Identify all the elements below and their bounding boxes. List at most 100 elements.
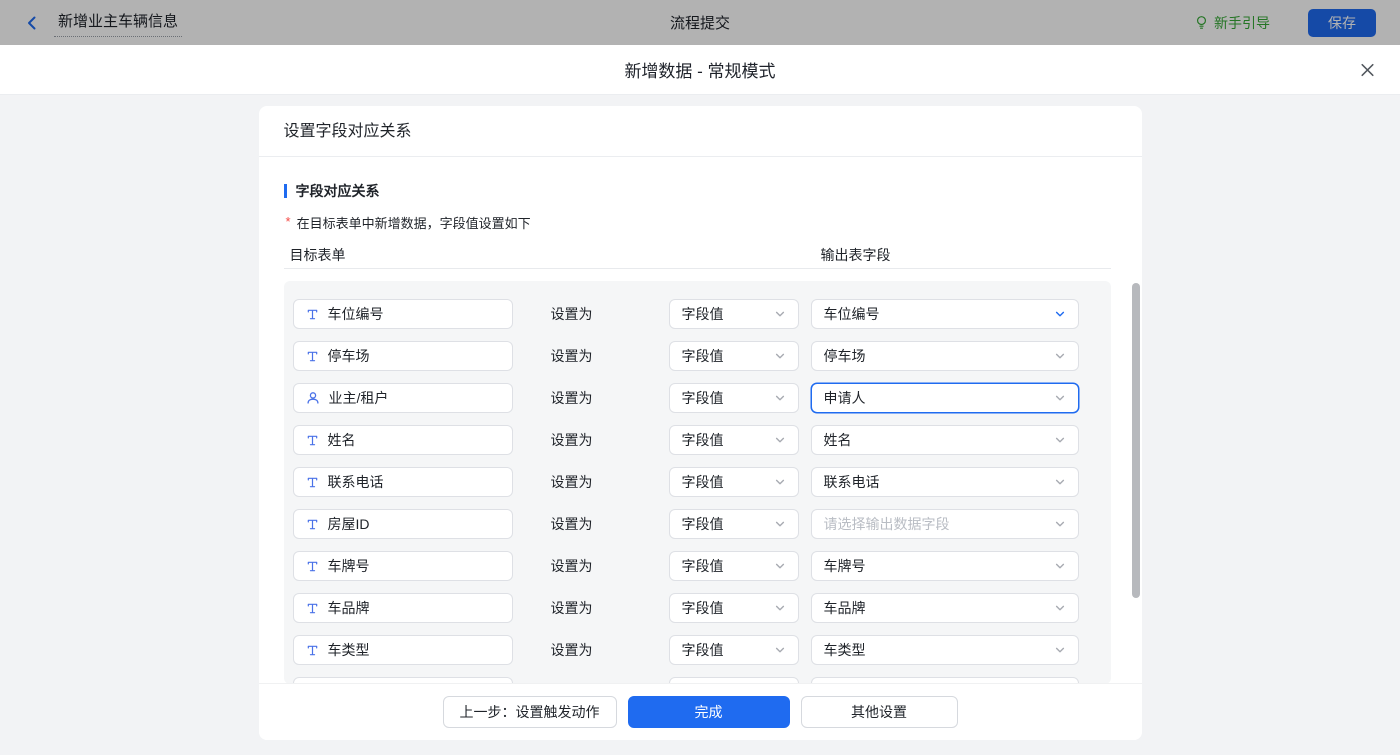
output-field-select-value: 申请人: [824, 388, 866, 408]
chevron-down-icon: [774, 392, 786, 404]
modal-header: 新增数据 - 常规模式: [0, 45, 1400, 95]
modal-body: 设置字段对应关系 字段对应关系 * 在目标表单中新增数据，字段值设置如下 目标表…: [0, 95, 1400, 755]
chevron-down-icon: [1054, 308, 1066, 320]
save-button[interactable]: 保存: [1308, 9, 1376, 37]
output-field-select[interactable]: 车类型: [811, 635, 1079, 665]
value-type-select-value: 字段值: [682, 388, 724, 408]
set-as-label: 设置为: [551, 335, 593, 377]
modal-title: 新增数据 - 常规模式: [624, 57, 775, 82]
target-field-box[interactable]: 车位编号: [293, 299, 513, 329]
close-icon[interactable]: [1359, 61, 1376, 78]
output-field-select-value: 姓名: [824, 430, 852, 450]
target-field-box[interactable]: 车品牌: [293, 593, 513, 623]
field-mapping-card: 设置字段对应关系 字段对应关系 * 在目标表单中新增数据，字段值设置如下 目标表…: [259, 106, 1142, 740]
output-field-select[interactable]: 姓名: [811, 425, 1079, 455]
value-type-select[interactable]: 字段值: [669, 635, 799, 665]
mapping-row: 车位编号设置为字段值车位编号: [284, 293, 1111, 335]
back-button[interactable]: [24, 15, 40, 31]
target-field-box[interactable]: 房屋ID: [293, 509, 513, 539]
value-type-select[interactable]: 字段值: [669, 383, 799, 413]
target-field-box[interactable]: 姓名: [293, 425, 513, 455]
person-icon: [306, 391, 320, 405]
topbar-center-title: 流程提交: [670, 12, 730, 33]
text-field-icon: [306, 476, 319, 489]
set-as-label: 设置为: [551, 503, 593, 545]
flow-title[interactable]: 新增业主车辆信息: [54, 8, 182, 37]
output-field-select[interactable]: 停车场: [811, 341, 1079, 371]
set-as-label: 设置为: [551, 377, 593, 419]
column-header-target-form: 目标表单: [290, 245, 346, 265]
value-type-select[interactable]: 字段值: [669, 509, 799, 539]
target-field-label: 车位编号: [328, 304, 384, 324]
value-type-select-value: 字段值: [682, 346, 724, 366]
finish-button[interactable]: 完成: [628, 696, 790, 728]
output-field-select-value: 联系电话: [824, 472, 880, 492]
value-type-select[interactable]: 字段值: [669, 341, 799, 371]
value-type-select-value: 字段值: [682, 304, 724, 324]
text-field-icon: [306, 434, 319, 447]
topbar: 新增业主车辆信息 流程提交 新手引导 保存: [0, 0, 1400, 45]
column-header-divider: [284, 268, 1111, 269]
target-field-label: 停车场: [328, 346, 370, 366]
value-type-select-value: 字段值: [682, 598, 724, 618]
value-type-select[interactable]: 字段值: [669, 467, 799, 497]
set-as-label: 设置为: [551, 545, 593, 587]
output-field-select[interactable]: 车位编号: [811, 299, 1079, 329]
chevron-down-icon: [1054, 476, 1066, 488]
chevron-down-icon: [774, 434, 786, 446]
output-field-select[interactable]: 车品牌: [811, 593, 1079, 623]
chevron-down-icon: [1054, 392, 1066, 404]
lightbulb-icon: [1194, 15, 1209, 30]
chevron-down-icon: [774, 518, 786, 530]
chevron-left-icon: [24, 15, 40, 31]
output-field-select-value: 车类型: [824, 640, 866, 660]
output-field-select-value: 车品牌: [824, 598, 866, 618]
card-footer: 上一步：设置触发动作完成其他设置: [259, 683, 1142, 740]
mapping-description: 在目标表单中新增数据，字段值设置如下: [297, 213, 531, 232]
value-type-select[interactable]: 字段值: [669, 593, 799, 623]
output-field-select[interactable]: 联系电话: [811, 467, 1079, 497]
mapping-row: 联系电话设置为字段值联系电话: [284, 461, 1111, 503]
output-field-select[interactable]: 请选择输出数据字段: [811, 509, 1079, 539]
target-field-box[interactable]: 车类型: [293, 635, 513, 665]
scrollbar-thumb[interactable]: [1132, 283, 1140, 598]
chevron-down-icon: [774, 350, 786, 362]
target-field-label: 姓名: [328, 430, 356, 450]
other-settings-button[interactable]: 其他设置: [801, 696, 958, 728]
output-field-select-value: 车牌号: [824, 556, 866, 576]
target-field-box[interactable]: 联系电话: [293, 467, 513, 497]
output-field-select[interactable]: 申请人: [811, 383, 1079, 413]
mapping-row: 房屋ID 设置为 字段值请选择输出数据字段: [284, 503, 1111, 545]
target-field-box[interactable]: 停车场: [293, 341, 513, 371]
target-field-box[interactable]: 车牌号: [293, 551, 513, 581]
required-asterisk: *: [286, 214, 291, 229]
output-field-select[interactable]: 车牌号: [811, 551, 1079, 581]
mapping-row: 车牌号 设置为 字段值 车牌号: [284, 545, 1111, 587]
value-type-select[interactable]: 字段值: [669, 425, 799, 455]
beginner-guide-link[interactable]: 新手引导: [1194, 13, 1270, 33]
set-as-label: 设置为: [551, 587, 593, 629]
text-field-icon: [306, 602, 319, 615]
chevron-down-icon: [1054, 560, 1066, 572]
chevron-down-icon: [774, 644, 786, 656]
target-field-label: 业主/租户: [329, 388, 389, 408]
card-title: 设置字段对应关系: [259, 106, 1142, 157]
output-field-select-value: 车位编号: [824, 304, 880, 324]
chevron-down-icon: [774, 560, 786, 572]
text-field-icon: [306, 560, 319, 573]
prev-step-button[interactable]: 上一步：设置触发动作: [443, 696, 617, 728]
card-content: 字段对应关系 * 在目标表单中新增数据，字段值设置如下 目标表单 输出表字段 车…: [259, 183, 1142, 684]
section-accent-bar: [284, 184, 287, 198]
set-as-label: 设置为: [551, 419, 593, 461]
mapping-row: 车类型设置为字段值车类型: [284, 629, 1111, 671]
text-field-icon: [306, 308, 319, 321]
text-field-icon: [306, 518, 319, 531]
target-field-box[interactable]: 业主/租户: [293, 383, 513, 413]
value-type-select[interactable]: 字段值: [669, 551, 799, 581]
value-type-select[interactable]: 字段值: [669, 299, 799, 329]
beginner-guide-label: 新手引导: [1214, 13, 1270, 33]
section-title: 字段对应关系: [296, 181, 380, 201]
mapping-row: 业主/租户 设置为 字段值 申请人: [284, 377, 1111, 419]
target-field-label: 房屋ID: [328, 514, 370, 534]
chevron-down-icon: [1054, 602, 1066, 614]
